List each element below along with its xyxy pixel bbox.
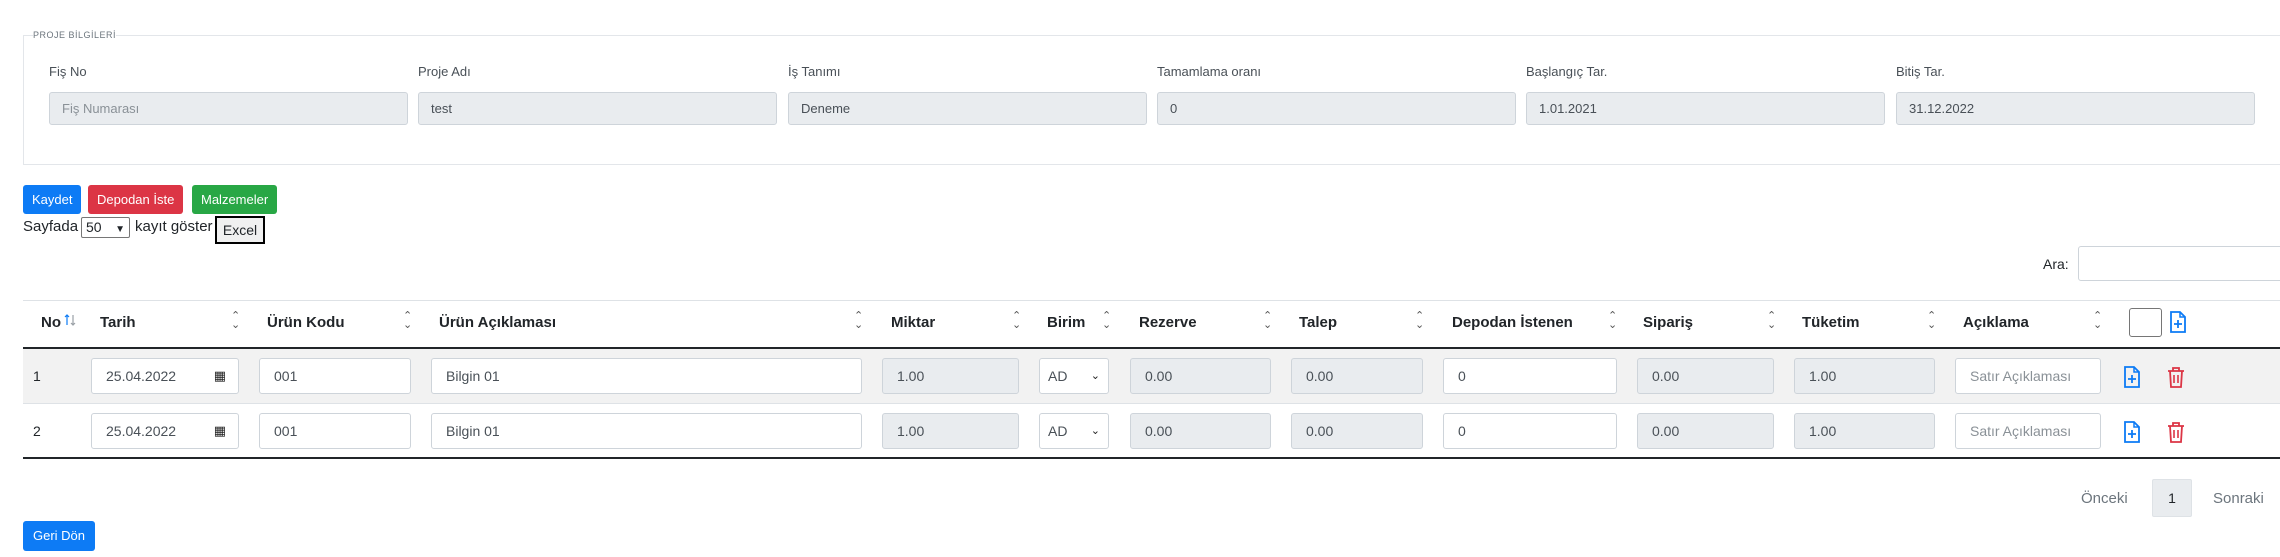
pagination-page-1[interactable]: 1 [2152, 479, 2192, 517]
search-label: Ara: [2043, 256, 2069, 272]
date-value: 25.04.2022 [106, 368, 177, 384]
quantity-input[interactable]: 1.00 [882, 358, 1019, 394]
column-header-unit[interactable]: Birim [1047, 314, 1085, 331]
end-date-label: Bitiş Tar. [1896, 64, 1945, 79]
sort-asc-icon [64, 314, 76, 326]
column-header-product-code[interactable]: Ürün Kodu [267, 314, 344, 331]
project-name-label: Proje Adı [418, 64, 471, 79]
page-length-value: 50 [86, 219, 102, 235]
add-file-icon[interactable] [2168, 311, 2188, 333]
project-name-input[interactable]: test [418, 92, 777, 125]
row-note-input[interactable]: Satır Açıklaması [1955, 413, 2101, 449]
product-description-input[interactable]: Bilgin 01 [431, 358, 862, 394]
sort-icon: ⌃ ⌄ [1608, 310, 1618, 331]
date-input[interactable]: 25.04.2022 ▦ [91, 413, 239, 449]
sort-icon: ⌃ ⌄ [1415, 310, 1425, 331]
quantity-input[interactable]: 1.00 [882, 413, 1019, 449]
request-input[interactable]: 0.00 [1291, 413, 1423, 449]
receipt-no-input[interactable]: Fiş Numarası [49, 92, 408, 125]
excel-export-button[interactable]: Excel [215, 216, 265, 244]
consumption-input[interactable]: 1.00 [1794, 413, 1935, 449]
column-header-no[interactable]: No [41, 314, 61, 331]
product-code-input[interactable]: 001 [259, 413, 411, 449]
date-input[interactable]: 25.04.2022 ▦ [91, 358, 239, 394]
column-header-date[interactable]: Tarih [100, 314, 136, 331]
pagination-previous[interactable]: Önceki [2081, 490, 2128, 507]
product-code-input[interactable]: 001 [259, 358, 411, 394]
column-header-product-description[interactable]: Ürün Açıklaması [439, 314, 556, 331]
receipt-no-label: Fiş No [49, 64, 87, 79]
requested-from-depot-input[interactable]: 0 [1443, 358, 1617, 394]
start-date-label: Başlangıç Tar. [1526, 64, 1608, 79]
reserve-input[interactable]: 0.00 [1130, 413, 1271, 449]
row-note-input[interactable]: Satır Açıklaması [1955, 358, 2101, 394]
page-length-select[interactable]: 50 ▼ [81, 217, 130, 238]
add-file-icon[interactable] [2122, 366, 2142, 388]
chevron-down-icon: ⌄ [1090, 370, 1100, 382]
materials-button[interactable]: Malzemeler [192, 185, 278, 214]
save-button[interactable]: Kaydet [23, 185, 82, 214]
page-length-suffix: kayıt göster [135, 218, 213, 235]
column-header-reserve[interactable]: Rezerve [1139, 314, 1197, 331]
completion-rate-label: Tamamlama oranı [1157, 64, 1262, 79]
job-description-input[interactable]: Deneme [788, 92, 1147, 125]
product-description-input[interactable]: Bilgin 01 [431, 413, 862, 449]
sort-icon: ⌃ ⌄ [1767, 310, 1777, 331]
pagination-next[interactable]: Sonraki [2213, 490, 2264, 507]
reserve-input[interactable]: 0.00 [1130, 358, 1271, 394]
sort-icon: ⌃ ⌄ [2093, 310, 2103, 331]
column-header-request[interactable]: Talep [1299, 314, 1337, 331]
sort-icon: ⌃ ⌄ [231, 310, 241, 331]
trash-icon[interactable] [2166, 366, 2186, 388]
column-header-consumption[interactable]: Tüketim [1802, 314, 1860, 331]
column-header-order[interactable]: Sipariş [1643, 314, 1693, 331]
order-input[interactable]: 0.00 [1637, 358, 1774, 394]
select-all-checkbox[interactable] [2129, 308, 2162, 337]
back-button[interactable]: Geri Dön [23, 521, 95, 551]
sort-icon: ⌃ ⌄ [1263, 310, 1273, 331]
calendar-icon[interactable]: ▦ [214, 359, 226, 393]
request-from-depot-button[interactable]: Depodan İste [88, 185, 184, 214]
date-value: 25.04.2022 [106, 423, 177, 439]
row-number: 2 [33, 423, 41, 439]
column-header-note[interactable]: Açıklama [1963, 314, 2029, 331]
add-file-icon[interactable] [2122, 421, 2142, 443]
end-date-input[interactable]: 31.12.2022 [1896, 92, 2255, 125]
order-input[interactable]: 0.00 [1637, 413, 1774, 449]
chevron-down-icon: ⌄ [1090, 425, 1100, 437]
chevron-down-icon: ▼ [115, 224, 125, 235]
sort-icon: ⌃ ⌄ [1102, 310, 1112, 331]
unit-select[interactable]: AD ⌄ [1039, 413, 1109, 449]
unit-value: AD [1048, 423, 1068, 439]
calendar-icon[interactable]: ▦ [214, 414, 226, 448]
column-header-requested-from-depot[interactable]: Depodan İstenen [1452, 314, 1573, 331]
consumption-input[interactable]: 1.00 [1794, 358, 1935, 394]
unit-select[interactable]: AD ⌄ [1039, 358, 1109, 394]
sort-icon: ⌃ ⌄ [854, 310, 864, 331]
column-header-quantity[interactable]: Miktar [891, 314, 935, 331]
page-length-prefix: Sayfada [23, 218, 79, 235]
completion-rate-input[interactable]: 0 [1157, 92, 1516, 125]
sort-icon: ⌃ ⌄ [403, 310, 413, 331]
job-description-label: İş Tanımı [788, 64, 841, 79]
request-input[interactable]: 0.00 [1291, 358, 1423, 394]
start-date-input[interactable]: 1.01.2021 [1526, 92, 1885, 125]
trash-icon[interactable] [2166, 421, 2186, 443]
search-input[interactable] [2078, 246, 2280, 281]
sort-icon: ⌃ ⌄ [1012, 310, 1022, 331]
requested-from-depot-input[interactable]: 0 [1443, 413, 1617, 449]
sort-icon: ⌃ ⌄ [1927, 310, 1937, 331]
row-number: 1 [33, 368, 41, 384]
project-info-legend: PROJE BİLGİLERİ [33, 30, 117, 40]
unit-value: AD [1048, 368, 1068, 384]
